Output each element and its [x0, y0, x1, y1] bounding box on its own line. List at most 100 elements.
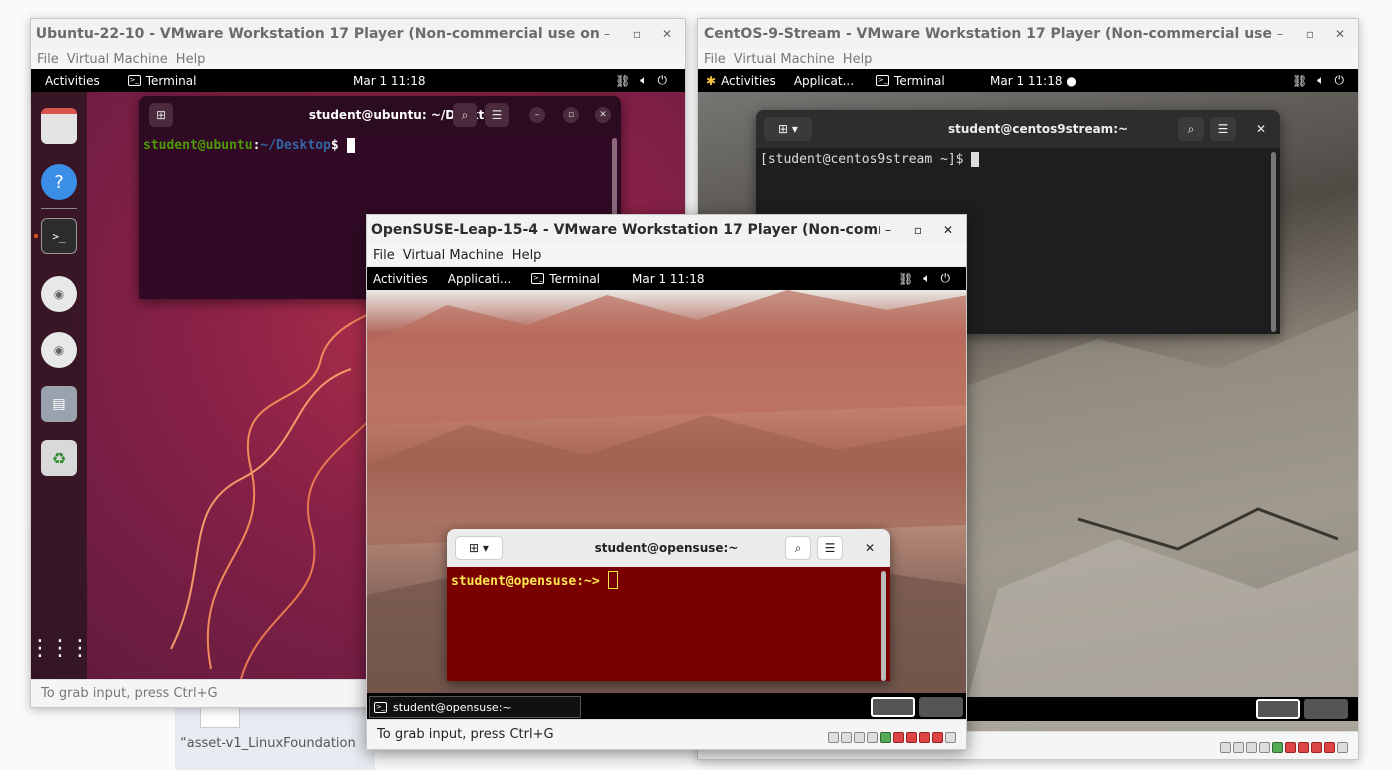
- usb-icon[interactable]: [1272, 742, 1283, 753]
- workspace-2[interactable]: [919, 697, 963, 717]
- search-button[interactable]: ⌕: [453, 103, 477, 127]
- disc-icon[interactable]: ◉: [41, 276, 77, 312]
- clock[interactable]: Mar 1 11:18: [632, 272, 705, 286]
- window-title: Ubuntu-22-10 - VMware Workstation 17 Pla…: [31, 19, 685, 49]
- scrollbar[interactable]: [1271, 152, 1276, 332]
- app-menu[interactable]: >_ Terminal: [876, 74, 945, 88]
- close-button[interactable]: ✕: [1250, 117, 1272, 141]
- help-icon[interactable]: ?: [41, 164, 77, 200]
- system-tray[interactable]: ⛓ 🔈︎ ⏻: [898, 271, 950, 286]
- cd-icon[interactable]: [841, 732, 852, 743]
- gnome-icon: ✱: [706, 73, 717, 88]
- activities-button[interactable]: Activities: [45, 74, 100, 88]
- terminal-icon: >_: [374, 701, 387, 713]
- usb-icon[interactable]: [932, 732, 943, 743]
- maximize-button[interactable]: ▫: [563, 107, 579, 123]
- files-icon[interactable]: [41, 108, 77, 144]
- usb-icon[interactable]: [1311, 742, 1322, 753]
- menu-file[interactable]: File: [373, 248, 395, 263]
- app-menu[interactable]: >_ Terminal: [531, 272, 600, 286]
- floppy-icon[interactable]: ▤: [41, 386, 77, 422]
- maximize-icon[interactable]: ▫: [629, 26, 645, 42]
- new-tab-button[interactable]: ⊞ ▾: [455, 536, 503, 560]
- usb-icon[interactable]: [1324, 742, 1335, 753]
- power-icon: ⏻: [940, 271, 951, 285]
- app-menu[interactable]: >_ Terminal: [127, 73, 197, 88]
- applications-menu[interactable]: Applicati...: [448, 272, 512, 286]
- menu-help[interactable]: Help: [176, 52, 206, 67]
- app-menu-label: Terminal: [145, 73, 197, 88]
- hdd-icon[interactable]: [828, 732, 839, 743]
- usb-icon[interactable]: [1298, 742, 1309, 753]
- trash-icon[interactable]: ♻: [41, 440, 77, 476]
- system-tray[interactable]: ⛓ 🔈︎ ⏻: [615, 73, 667, 88]
- grab-input-hint: To grab input, press Ctrl+G: [377, 727, 554, 742]
- network-adapter-icon[interactable]: [1246, 742, 1257, 753]
- printer-icon[interactable]: [1259, 742, 1270, 753]
- clock[interactable]: Mar 1 11:18 ●: [990, 74, 1077, 88]
- usb-icon[interactable]: [919, 732, 930, 743]
- printer-icon[interactable]: [867, 732, 878, 743]
- opensuse-vm-window[interactable]: OpenSUSE-Leap-15-4 - VMware Workstation …: [366, 214, 967, 750]
- search-button[interactable]: ⌕: [1178, 117, 1204, 141]
- maximize-icon[interactable]: ▫: [1302, 26, 1318, 42]
- new-tab-button[interactable]: ⊞ ▾: [764, 117, 812, 141]
- window-controls: – ▫ ✕: [1272, 19, 1358, 49]
- menu-button[interactable]: ☰: [817, 536, 843, 560]
- minimize-button[interactable]: –: [529, 107, 545, 123]
- close-icon[interactable]: ✕: [659, 26, 675, 42]
- menu-virtual-machine[interactable]: Virtual Machine: [734, 52, 835, 67]
- close-icon[interactable]: ✕: [1332, 26, 1348, 42]
- clock[interactable]: Mar 1 11:18: [353, 74, 426, 88]
- menu-file[interactable]: File: [704, 52, 726, 67]
- usb-icon[interactable]: [906, 732, 917, 743]
- workspace-1[interactable]: [871, 697, 915, 717]
- menu-bar: File Virtual Machine Help: [367, 245, 966, 265]
- prompt: student@opensuse:~>: [451, 574, 608, 589]
- terminal-icon[interactable]: >_: [41, 218, 77, 254]
- applications-menu[interactable]: Applicat...: [794, 74, 854, 88]
- hdd-icon[interactable]: [1220, 742, 1231, 753]
- minimize-icon[interactable]: –: [880, 222, 896, 238]
- volume-icon: 🔈︎: [1317, 73, 1325, 87]
- activities-button[interactable]: ✱ Activities: [706, 74, 776, 88]
- menu-button[interactable]: ☰: [485, 103, 509, 127]
- menu-bar: File Virtual Machine Help: [698, 49, 1358, 69]
- menu-button[interactable]: ☰: [1210, 117, 1236, 141]
- close-button[interactable]: ✕: [859, 536, 881, 560]
- message-icon[interactable]: [1337, 742, 1348, 753]
- network-icon: ⛓: [615, 73, 631, 88]
- workspace-2[interactable]: [1304, 699, 1348, 719]
- message-icon[interactable]: [945, 732, 956, 743]
- scrollbar[interactable]: [881, 571, 886, 681]
- menu-file[interactable]: File: [37, 52, 59, 67]
- disc-icon[interactable]: ◉: [41, 332, 77, 368]
- taskbar-item[interactable]: >_ student@opensuse:~: [369, 696, 581, 718]
- workspace-1[interactable]: [1256, 699, 1300, 719]
- menu-virtual-machine[interactable]: Virtual Machine: [67, 52, 168, 67]
- terminal-content[interactable]: student@opensuse:~>: [447, 567, 890, 681]
- menu-virtual-machine[interactable]: Virtual Machine: [403, 248, 504, 263]
- cd-icon[interactable]: [1233, 742, 1244, 753]
- app-grid-icon[interactable]: ⋮⋮⋮: [31, 630, 91, 666]
- system-tray[interactable]: ⛓ 🔈︎ ⏻: [1292, 73, 1344, 88]
- search-button[interactable]: ⌕: [785, 536, 811, 560]
- active-indicator: [34, 234, 38, 238]
- terminal-title: student@opensuse:~: [594, 541, 739, 555]
- opensuse-terminal-window[interactable]: student@opensuse:~ ⊞ ▾ ⌕ ☰ ✕ student@ope…: [447, 529, 890, 681]
- menu-help[interactable]: Help: [512, 248, 542, 263]
- minimize-icon[interactable]: –: [1272, 26, 1288, 42]
- network-adapter-icon[interactable]: [854, 732, 865, 743]
- usb-icon[interactable]: [893, 732, 904, 743]
- menu-help[interactable]: Help: [843, 52, 873, 67]
- prompt-path: ~/Desktop: [260, 138, 331, 153]
- minimize-icon[interactable]: –: [599, 26, 615, 42]
- usb-icon[interactable]: [880, 732, 891, 743]
- activities-button[interactable]: Activities: [373, 272, 428, 286]
- maximize-icon[interactable]: ▫: [910, 222, 926, 238]
- menu-bar: File Virtual Machine Help: [31, 49, 685, 69]
- usb-icon[interactable]: [1285, 742, 1296, 753]
- close-button[interactable]: ✕: [595, 107, 611, 123]
- close-icon[interactable]: ✕: [940, 222, 956, 238]
- new-tab-button[interactable]: ⊞: [149, 103, 173, 127]
